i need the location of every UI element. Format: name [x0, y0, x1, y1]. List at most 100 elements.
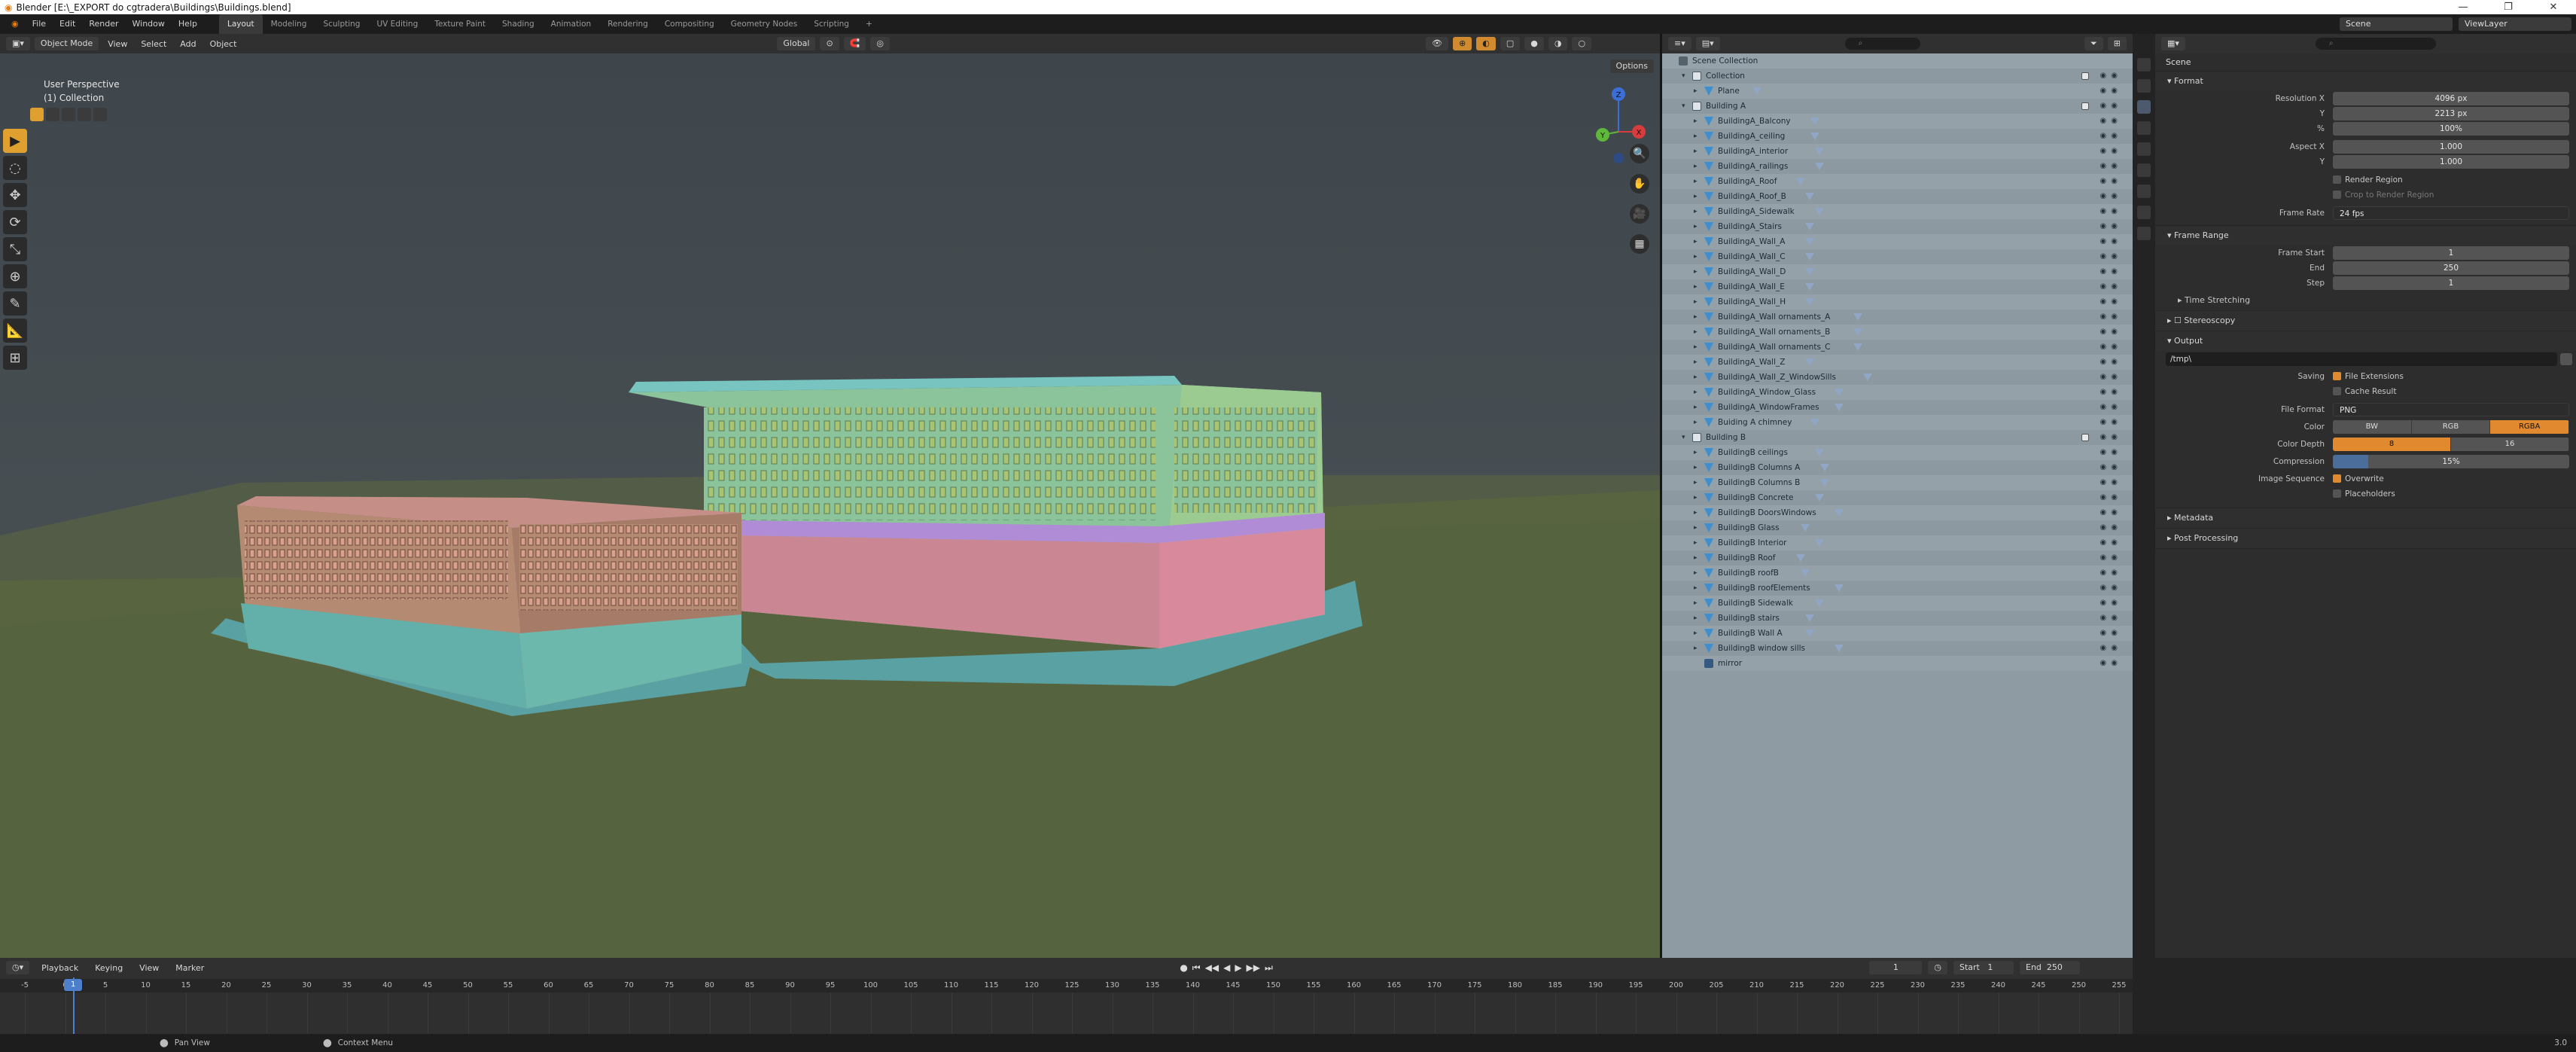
modifier-icon[interactable] — [1815, 539, 1825, 547]
shading-solid-icon[interactable]: ● — [1524, 37, 1544, 50]
outliner-object-row[interactable]: ▸ BuildingB Concrete ◉◉ — [1662, 490, 2133, 505]
editor-type-button[interactable]: ▣▾ — [6, 37, 30, 50]
modifier-icon[interactable] — [1815, 208, 1825, 215]
world-tab-icon[interactable] — [2137, 163, 2151, 177]
tab-modeling[interactable]: Modeling — [263, 14, 315, 34]
outliner-object-row[interactable]: ▸ BuildingB Sidewalk ◉◉ — [1662, 596, 2133, 611]
menu-file[interactable]: File — [26, 14, 53, 34]
outliner-object-row[interactable]: mirror ◉◉ — [1662, 656, 2133, 671]
expand-toggle-icon[interactable]: ▸ — [1694, 475, 1698, 490]
expand-toggle-icon[interactable]: ▸ — [1694, 611, 1698, 626]
modifier-icon[interactable] — [1801, 569, 1810, 577]
depth-8-option[interactable]: 8 — [2333, 438, 2451, 451]
outliner-object-row[interactable]: ▸ BuildingA_Wall ornaments_C ◉◉ — [1662, 340, 2133, 355]
visibility-toggle-icon[interactable]: ◉◉ — [2100, 355, 2122, 370]
view-layer-tab-icon[interactable] — [2137, 121, 2151, 135]
outliner-object-row[interactable]: ▸ Plane ◉◉ — [1662, 84, 2133, 99]
outliner-object-row[interactable]: ▸ BuildingB Glass ◉◉ — [1662, 520, 2133, 535]
render-region-checkbox[interactable] — [2333, 175, 2341, 184]
properties-editor-type-button[interactable]: ▦▾ — [2161, 37, 2185, 50]
modifier-icon[interactable] — [1815, 148, 1825, 155]
gizmo-neg-z-icon[interactable] — [1613, 153, 1624, 163]
outliner-object-row[interactable]: ▸ BuildingB stairs ◉◉ — [1662, 611, 2133, 626]
visibility-toggle-icon[interactable]: ◉◉ — [2100, 626, 2122, 641]
texture-tab-icon[interactable] — [2137, 227, 2151, 240]
cache-result-checkbox[interactable] — [2333, 387, 2341, 395]
zoom-icon[interactable]: 🔍 — [1630, 144, 1649, 163]
visibility-toggle-icon[interactable]: ◉◉ — [2100, 325, 2122, 340]
visibility-toggle-icon[interactable]: ◉◉ — [2100, 475, 2122, 490]
tool-tab-icon[interactable] — [2137, 58, 2151, 72]
visibility-toggle-icon[interactable]: ◉◉ — [2100, 174, 2122, 189]
modifier-icon[interactable] — [1819, 479, 1829, 486]
visibility-toggle-icon[interactable]: ◉◉ — [2100, 581, 2122, 596]
frame-end-field[interactable]: 250 — [2333, 261, 2569, 275]
visibility-toggle-icon[interactable]: ◉◉ — [2100, 566, 2122, 581]
modifier-icon[interactable] — [1810, 117, 1819, 125]
blender-menu-icon[interactable]: ◉ — [5, 14, 26, 34]
mode-selector[interactable]: Object Mode — [34, 37, 99, 50]
overlay-toggle-icon[interactable]: ◐ — [1476, 37, 1496, 50]
stereoscopy-panel-header[interactable]: ▸ ☐ Stereoscopy — [2155, 311, 2576, 331]
resolution-y-field[interactable]: 2213 px — [2333, 107, 2569, 120]
expand-toggle-icon[interactable]: ▸ — [1694, 566, 1698, 581]
modifier-icon[interactable] — [1805, 358, 1815, 366]
visibility-toggle-icon[interactable]: ◉◉ — [2100, 415, 2122, 430]
outliner-object-row[interactable]: ▸ BuildingB window sills ◉◉ — [1662, 641, 2133, 656]
modifier-icon[interactable] — [1815, 599, 1825, 607]
expand-toggle-icon[interactable]: ▸ — [1694, 159, 1698, 174]
tab-texture-paint[interactable]: Texture Paint — [426, 14, 494, 34]
visibility-toggle-icon[interactable]: ◉◉ — [2100, 596, 2122, 611]
outliner-search-input[interactable]: ⌕ — [1844, 38, 1920, 50]
modifier-icon[interactable] — [1805, 268, 1815, 276]
exclude-checkbox[interactable] — [2081, 102, 2089, 110]
outliner-object-row[interactable]: ▸ BuildingA_Wall_A ◉◉ — [1662, 234, 2133, 249]
play-reverse-icon[interactable]: ◀ — [1223, 962, 1230, 974]
outliner-object-row[interactable]: ▸ BuildingA_ceiling ◉◉ — [1662, 129, 2133, 144]
modifier-icon[interactable] — [1752, 87, 1761, 95]
outliner-object-row[interactable]: ▸ BuildingB Wall A ◉◉ — [1662, 626, 2133, 641]
expand-toggle-icon[interactable]: ▸ — [1694, 460, 1698, 475]
tab-sculpting[interactable]: Sculpting — [315, 14, 368, 34]
tab-uv-editing[interactable]: UV Editing — [368, 14, 426, 34]
expand-toggle-icon[interactable]: ▸ — [1694, 144, 1698, 159]
visibility-toggle-icon[interactable]: ◉◉ — [2100, 520, 2122, 535]
pivot-icon[interactable]: ⊙ — [820, 37, 839, 50]
visibility-toggle-icon[interactable]: ◉◉ — [2100, 460, 2122, 475]
expand-toggle-icon[interactable]: ▸ — [1694, 219, 1698, 234]
expand-toggle-icon[interactable]: ▸ — [1694, 310, 1698, 325]
render-tab-icon[interactable] — [2137, 79, 2151, 93]
folder-browse-icon[interactable] — [2560, 353, 2572, 365]
visibility-toggle-icon[interactable]: ◉◉ — [2100, 204, 2122, 219]
aspect-x-field[interactable]: 1.000 — [2333, 140, 2569, 154]
jump-end-icon[interactable]: ⏭ — [1265, 962, 1273, 974]
outliner-display-mode-button[interactable]: ▤▾ — [1695, 37, 1720, 50]
expand-toggle-icon[interactable]: ▾ — [1682, 69, 1685, 84]
modifier-icon[interactable] — [1834, 645, 1844, 652]
expand-toggle-icon[interactable]: ▸ — [1694, 114, 1698, 129]
expand-toggle-icon[interactable]: ▸ — [1694, 520, 1698, 535]
visibility-toggle-icon[interactable]: ◉◉ — [2100, 656, 2122, 671]
current-frame-field[interactable]: 1 — [1869, 961, 1923, 974]
transform-orientation-selector[interactable]: Global — [777, 37, 816, 50]
menu-window[interactable]: Window — [126, 14, 172, 34]
tab-layout[interactable]: Layout — [218, 14, 263, 34]
outliner-collection-row[interactable]: ▾ Collection ◉◉ — [1662, 69, 2133, 84]
post-processing-panel-header[interactable]: ▸ Post Processing — [2155, 529, 2576, 548]
menu-render[interactable]: Render — [82, 14, 125, 34]
output-path-field[interactable]: /tmp\ — [2166, 352, 2557, 366]
jump-start-icon[interactable]: ⏮ — [1192, 962, 1201, 974]
expand-toggle-icon[interactable]: ▸ — [1694, 294, 1698, 310]
modifier-icon[interactable] — [1795, 554, 1805, 562]
modifier-icon[interactable] — [1834, 389, 1844, 396]
modifier-icon[interactable] — [1795, 178, 1805, 185]
visibility-toggle-icon[interactable]: ◉◉ — [2100, 144, 2122, 159]
visibility-toggle-icon[interactable]: ◉◉ — [2100, 159, 2122, 174]
visibility-toggle-icon[interactable]: ◉◉ — [2100, 310, 2122, 325]
outliner-object-row[interactable]: ▸ BuildingA_Sidewalk ◉◉ — [1662, 204, 2133, 219]
menu-help[interactable]: Help — [172, 14, 204, 34]
outliner-object-row[interactable]: ▸ BuildingA_Roof_B ◉◉ — [1662, 189, 2133, 204]
expand-toggle-icon[interactable]: ▸ — [1694, 370, 1698, 385]
outliner-collection-row[interactable]: ▾ Building A ◉◉ — [1662, 99, 2133, 114]
minimize-button[interactable]: — — [2441, 0, 2486, 14]
